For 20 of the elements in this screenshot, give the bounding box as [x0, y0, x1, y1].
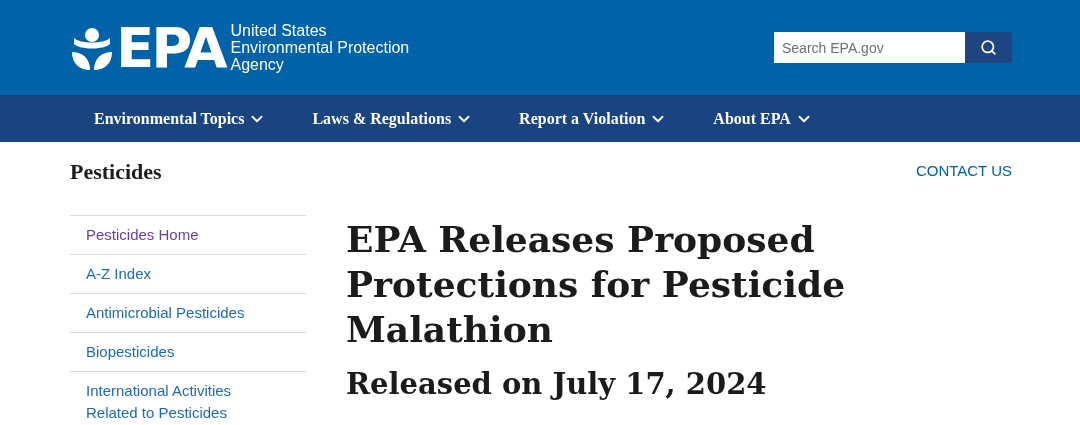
sidebar-link[interactable]: A-Z Index	[86, 263, 256, 285]
search-icon	[980, 39, 997, 56]
section-title: Pesticides	[70, 157, 162, 186]
agency-name-line: United States	[230, 22, 328, 39]
sidebar-link[interactable]: Antimicrobial Pesticides	[86, 302, 256, 324]
nav-menu-item[interactable]: Environmental Topics	[94, 106, 267, 131]
nav-menu-item[interactable]: About EPA	[713, 106, 813, 131]
nav-menu-item[interactable]: Laws & Regulations	[312, 106, 474, 131]
search-field[interactable]: Search EPA.gov	[774, 32, 965, 63]
agency-name-line: Agency	[230, 56, 285, 73]
article-subtitle: Released on July 17, 2024	[346, 366, 768, 402]
sidebar-link[interactable]: Pesticides Home	[86, 224, 256, 246]
nav-menu-item[interactable]: Report a Violation	[519, 106, 668, 131]
search-button[interactable]	[965, 32, 1012, 63]
sidebar-link[interactable]: Biopesticides	[86, 341, 256, 363]
sidebar-link[interactable]: International Activities Related to Pesticides	[86, 380, 256, 424]
contact-link[interactable]: CONTACT US	[915, 159, 1012, 183]
logo-text[interactable]: EPA	[116, 19, 225, 76]
article-title: EPA Releases Proposed Protections for Pesticide Malathion	[346, 217, 847, 352]
agency-name-line: Environmental Protection	[230, 39, 410, 56]
